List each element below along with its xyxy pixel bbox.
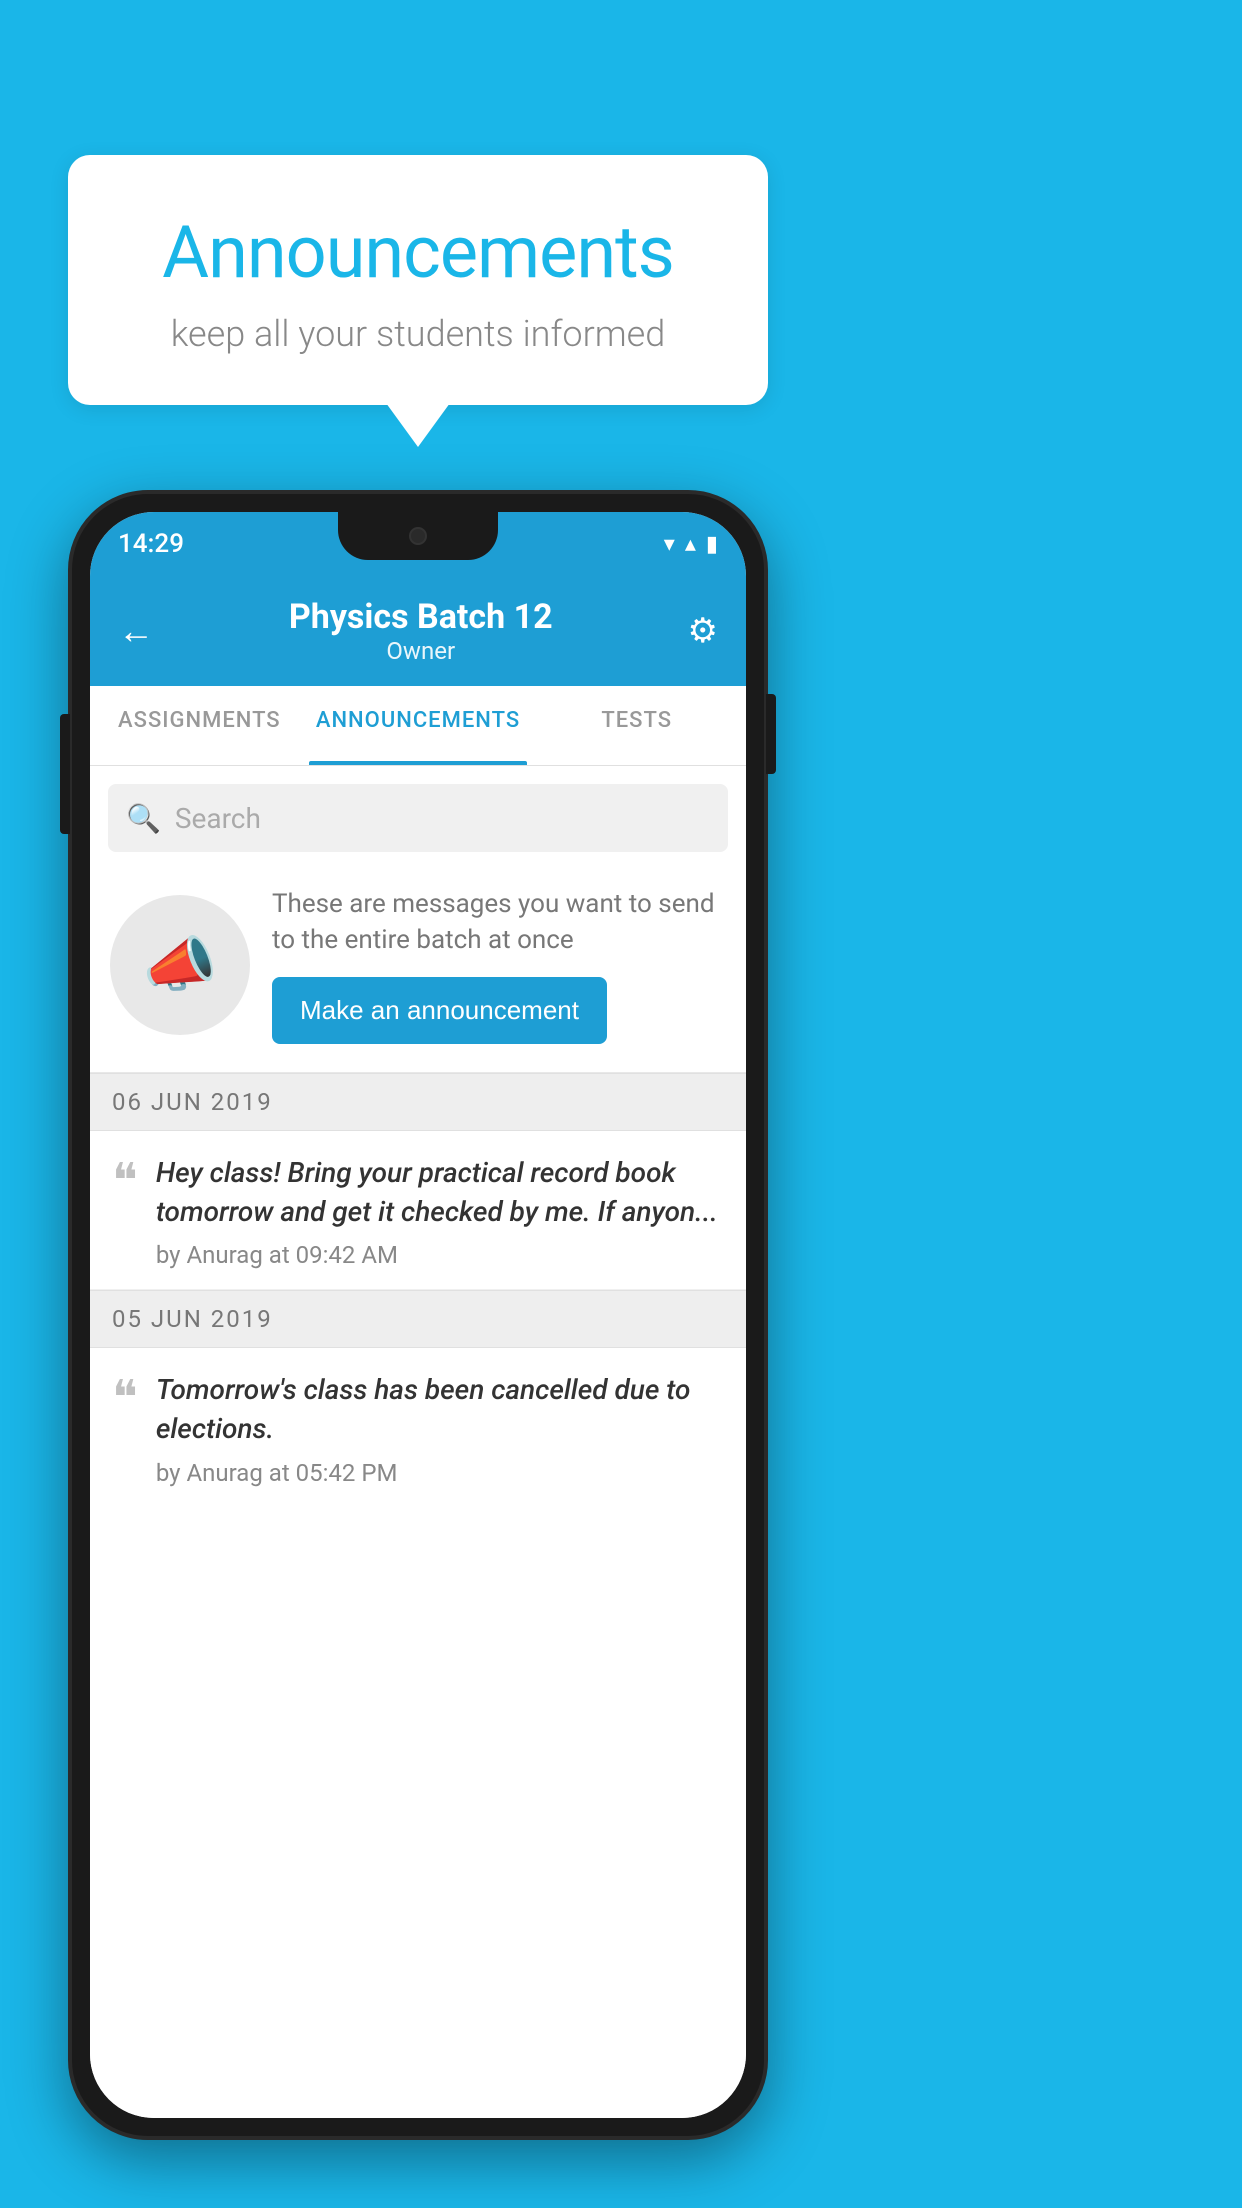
tab-announcements[interactable]: ANNOUNCEMENTS bbox=[309, 686, 528, 765]
announcement-promo: 📣 These are messages you want to send to… bbox=[90, 866, 746, 1073]
date-divider-2: 05 JUN 2019 bbox=[90, 1290, 746, 1348]
announcement-content-1: Hey class! Bring your practical record b… bbox=[156, 1153, 724, 1269]
promo-text-area: These are messages you want to send to t… bbox=[272, 886, 726, 1044]
announcement-text-1: Hey class! Bring your practical record b… bbox=[156, 1153, 724, 1231]
announcement-author-2: by Anurag at 05:42 PM bbox=[156, 1459, 398, 1487]
front-camera bbox=[409, 527, 427, 545]
megaphone-icon: 📣 bbox=[143, 929, 218, 1000]
screen-content: 🔍 Search 📣 These are messages you want t… bbox=[90, 766, 746, 2118]
speech-bubble: Announcements keep all your students inf… bbox=[68, 155, 768, 405]
tab-tests[interactable]: TESTS bbox=[527, 686, 746, 765]
date-divider-1: 06 JUN 2019 bbox=[90, 1073, 746, 1131]
search-bar[interactable]: 🔍 Search bbox=[108, 784, 728, 852]
phone-notch bbox=[338, 512, 498, 560]
signal-icon: ▴ bbox=[685, 532, 696, 557]
status-icons: ▾ ▴ ▮ bbox=[664, 532, 718, 557]
app-bar-title: Physics Batch 12 bbox=[289, 597, 553, 637]
announcement-content-2: Tomorrow's class has been cancelled due … bbox=[156, 1370, 724, 1486]
make-announcement-button[interactable]: Make an announcement bbox=[272, 977, 607, 1044]
status-time: 14:29 bbox=[118, 529, 184, 559]
app-bar-subtitle: Owner bbox=[289, 637, 553, 665]
bubble-title: Announcements bbox=[128, 210, 708, 295]
battery-icon: ▮ bbox=[706, 532, 718, 557]
wifi-icon: ▾ bbox=[664, 532, 675, 557]
tabs-bar: ASSIGNMENTS ANNOUNCEMENTS TESTS bbox=[90, 686, 746, 766]
phone-mockup: 14:29 ▾ ▴ ▮ ← Physics Batch 12 Owner ⚙ bbox=[68, 490, 768, 2140]
announcement-item-1[interactable]: ❝ Hey class! Bring your practical record… bbox=[90, 1131, 746, 1290]
tab-assignments[interactable]: ASSIGNMENTS bbox=[90, 686, 309, 765]
settings-button[interactable]: ⚙ bbox=[688, 611, 718, 651]
announcement-author-1: by Anurag at 09:42 AM bbox=[156, 1241, 398, 1269]
app-bar: ← Physics Batch 12 Owner ⚙ bbox=[90, 576, 746, 686]
app-bar-center: Physics Batch 12 Owner bbox=[289, 597, 553, 665]
bubble-subtitle: keep all your students informed bbox=[128, 313, 708, 355]
phone-outer: 14:29 ▾ ▴ ▮ ← Physics Batch 12 Owner ⚙ bbox=[68, 490, 768, 2140]
search-placeholder: Search bbox=[175, 802, 261, 835]
announcement-text-2: Tomorrow's class has been cancelled due … bbox=[156, 1370, 724, 1448]
quote-icon-2: ❝ bbox=[112, 1374, 138, 1422]
promo-description: These are messages you want to send to t… bbox=[272, 886, 726, 959]
promo-icon-circle: 📣 bbox=[110, 895, 250, 1035]
quote-icon-1: ❝ bbox=[112, 1157, 138, 1205]
phone-screen: 14:29 ▾ ▴ ▮ ← Physics Batch 12 Owner ⚙ bbox=[90, 512, 746, 2118]
back-button[interactable]: ← bbox=[118, 610, 154, 652]
search-icon: 🔍 bbox=[126, 802, 161, 835]
speech-bubble-container: Announcements keep all your students inf… bbox=[68, 155, 768, 405]
announcement-item-2[interactable]: ❝ Tomorrow's class has been cancelled du… bbox=[90, 1348, 746, 1506]
